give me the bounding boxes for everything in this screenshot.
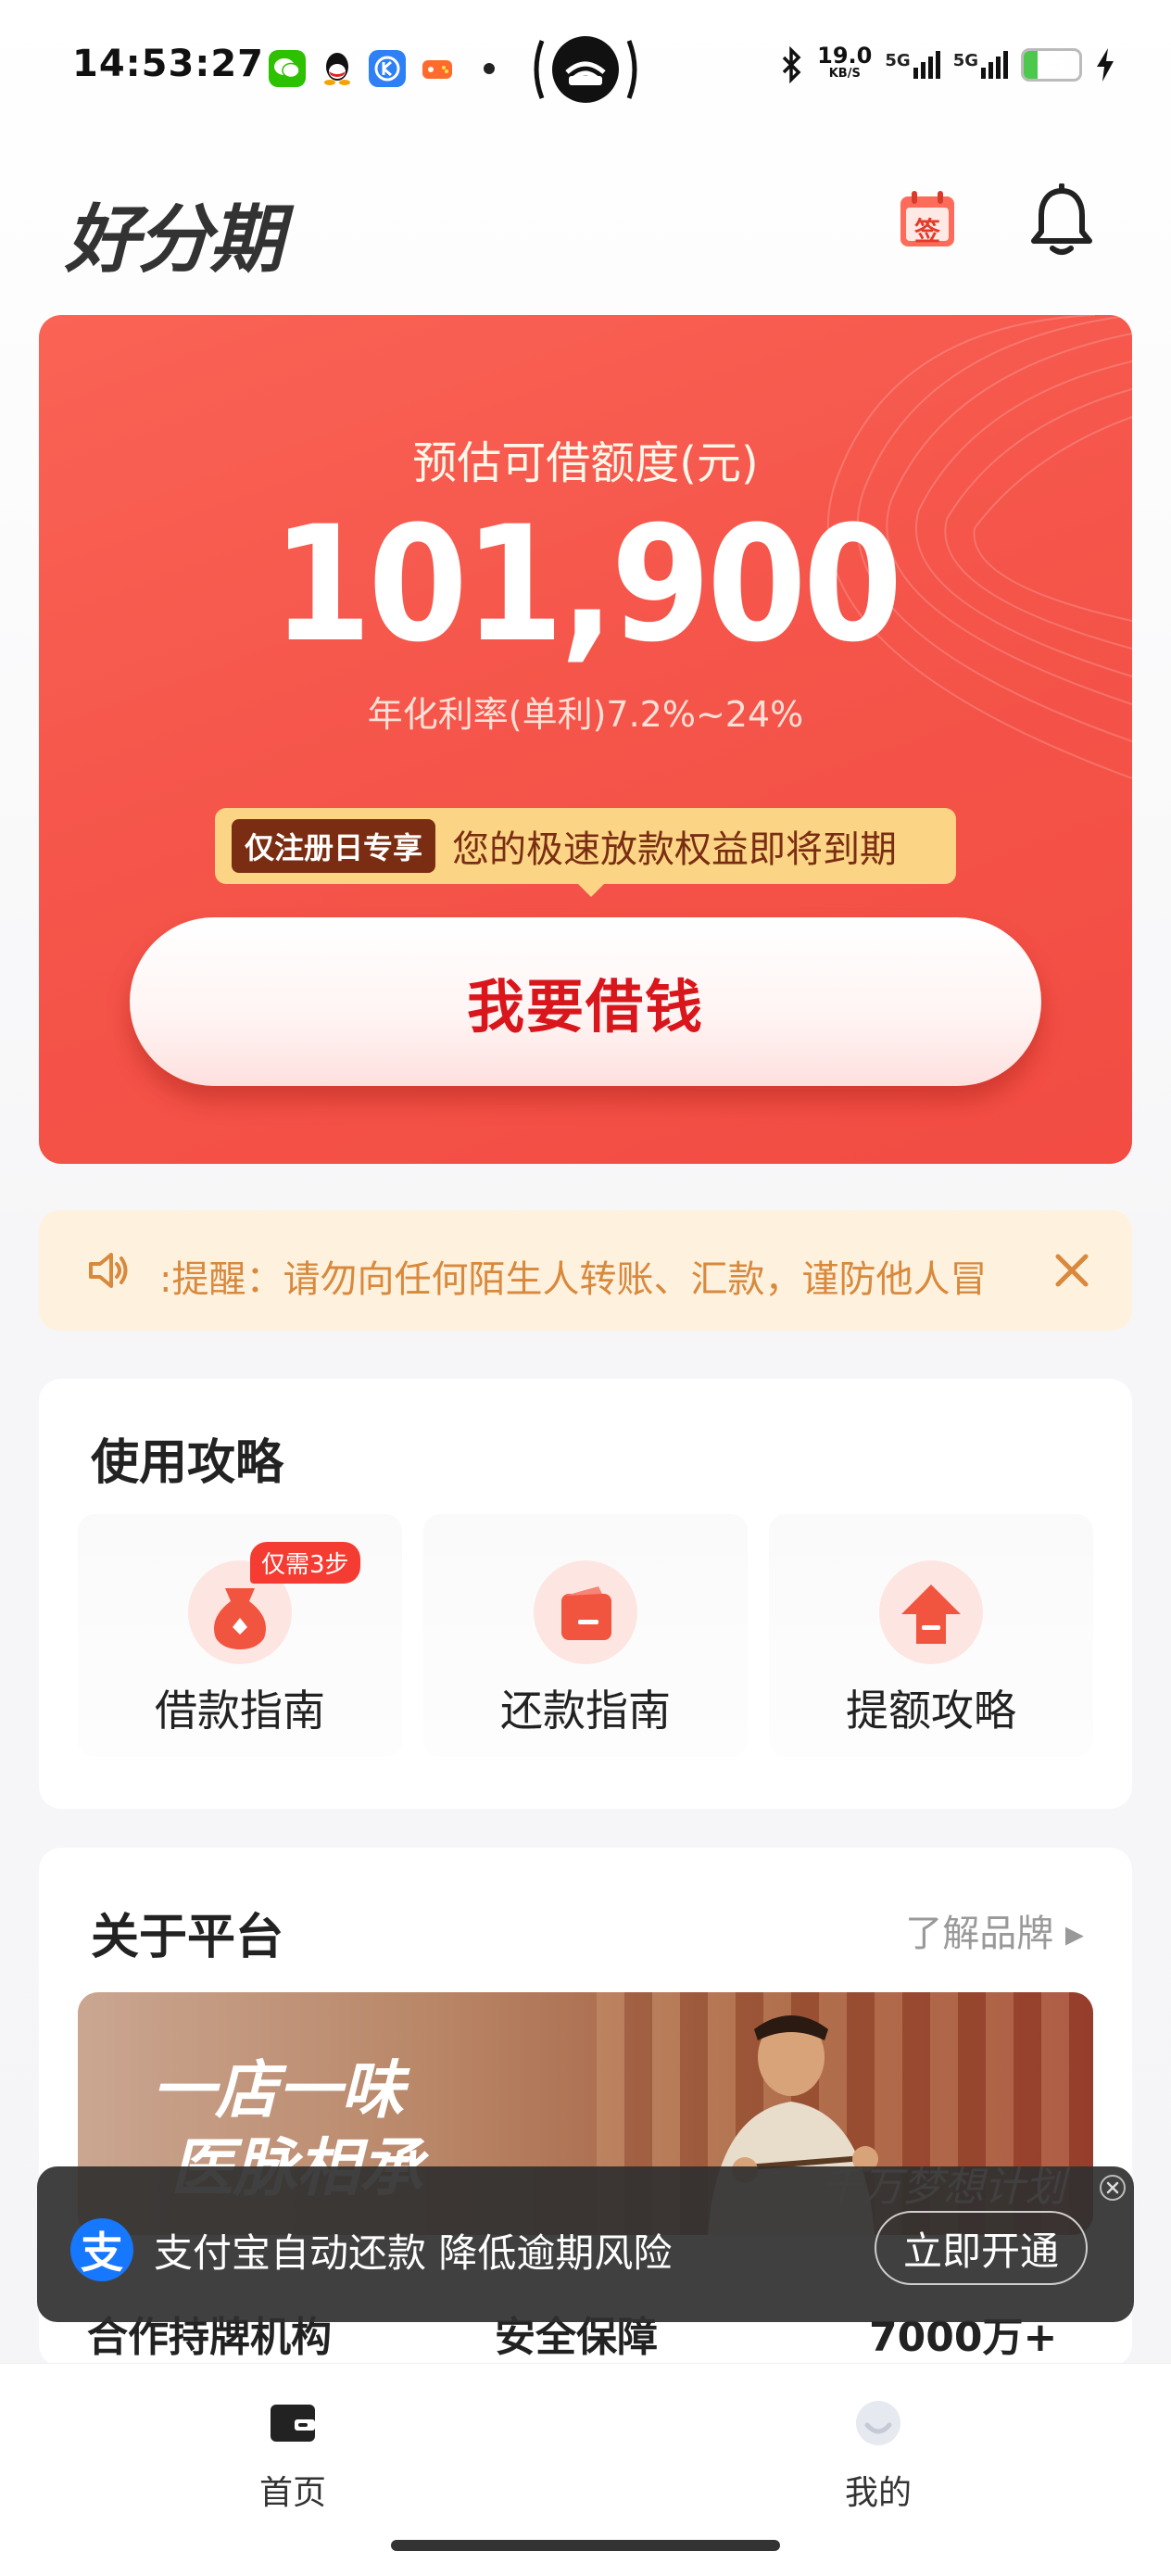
- notification-bell-button[interactable]: [1026, 183, 1097, 258]
- credit-limit-amount: 101,900: [271, 491, 903, 677]
- bell-icon: [1031, 183, 1092, 255]
- charging-icon: [1097, 48, 1114, 82]
- calendar-label: 签: [913, 216, 940, 246]
- enable-autopay-button[interactable]: 立即开通: [875, 2211, 1088, 2285]
- system-indicators: 19.0 KB/S 5G 5G 25: [780, 43, 1115, 83]
- promo-tag: 仅注册日专享: [232, 819, 436, 873]
- signal-5g-1: 5G: [885, 51, 940, 79]
- status-bar: 14:53:27 19.0 KB/S 5G 5G 25: [0, 0, 1171, 139]
- speaker-icon: [89, 1253, 128, 1288]
- hotspot-indicator: [531, 35, 640, 104]
- notice-text: :提醒：请勿向任何陌生人转账、汇款，谨防他人冒: [159, 1258, 988, 1301]
- credit-limit-card: 预估可借额度(元) 101,900 年化利率(单利)7.2%~24% 仅注册日专…: [39, 315, 1132, 1164]
- safety-notice: :提醒：请勿向任何陌生人转账、汇款，谨防他人冒: [39, 1210, 1132, 1331]
- annual-rate: 年化利率(单利)7.2%~24%: [367, 694, 804, 735]
- nav-profile[interactable]: 我的: [786, 2397, 971, 2514]
- battery-indicator: 25: [1021, 48, 1082, 82]
- qq-icon: [319, 50, 356, 87]
- toast-text: 支付宝自动还款 降低逾期风险: [154, 2230, 673, 2276]
- battery-level: 25: [1037, 53, 1066, 76]
- arrow-up-icon: [879, 1560, 983, 1664]
- guide-item-borrow[interactable]: 仅需3步 借款指南: [78, 1514, 402, 1757]
- wallet-icon: [271, 2405, 315, 2442]
- bottom-navigation: 首页 我的: [0, 2363, 1171, 2576]
- learn-brand-link[interactable]: 了解品牌 ▸: [905, 1903, 1084, 1957]
- wallet-card-icon: [534, 1560, 637, 1664]
- guide-badge: 仅需3步: [250, 1542, 360, 1584]
- alipay-autopay-toast: 支 支付宝自动还款 降低逾期风险 立即开通: [37, 2166, 1134, 2322]
- guide-label-repay: 还款指南: [500, 1686, 671, 1736]
- promo-banner: 仅注册日专享 您的极速放款权益即将到期: [215, 808, 956, 897]
- nav-profile-label: 我的: [844, 2474, 912, 2512]
- app-logo: 好分期: [65, 196, 283, 283]
- close-icon[interactable]: [1049, 1247, 1095, 1294]
- usage-guide-card: 使用攻略 仅需3步 借款指南 还款指南 提额攻略: [39, 1379, 1132, 1809]
- kuwo-icon: [369, 50, 406, 87]
- nav-home[interactable]: 首页: [200, 2397, 385, 2514]
- wechat-icon: [269, 50, 306, 87]
- close-icon[interactable]: [1099, 2174, 1127, 2202]
- net-speed: 19.0 KB/S: [817, 43, 873, 81]
- app-header: 好分期 签: [0, 167, 1171, 283]
- status-time: 14:53:27: [72, 43, 264, 85]
- home-indicator[interactable]: [391, 2540, 780, 2551]
- promo-text: 您的极速放款权益即将到期: [452, 828, 898, 871]
- bluetooth-icon: [782, 46, 801, 83]
- about-title: 关于平台: [91, 1910, 284, 1965]
- guide-title: 使用攻略: [91, 1435, 284, 1491]
- guide-item-repay[interactable]: 还款指南: [423, 1514, 748, 1757]
- notification-icons: [269, 50, 495, 87]
- more-notifications-dot: [484, 63, 495, 74]
- credit-limit-label: 预估可借额度(元): [412, 437, 759, 489]
- alipay-icon: 支: [70, 2218, 133, 2281]
- borrow-button[interactable]: 我要借钱: [130, 917, 1041, 1086]
- guide-item-raise-limit[interactable]: 提额攻略: [769, 1514, 1093, 1757]
- game-icon: [419, 50, 456, 87]
- profile-icon: [856, 2401, 900, 2445]
- guide-label-borrow: 借款指南: [155, 1686, 325, 1736]
- signal-5g-2: 5G: [953, 51, 1008, 79]
- check-in-button[interactable]: 签: [899, 189, 956, 248]
- nav-home-label: 首页: [258, 2474, 326, 2512]
- guide-label-raise-limit: 提额攻略: [846, 1686, 1016, 1736]
